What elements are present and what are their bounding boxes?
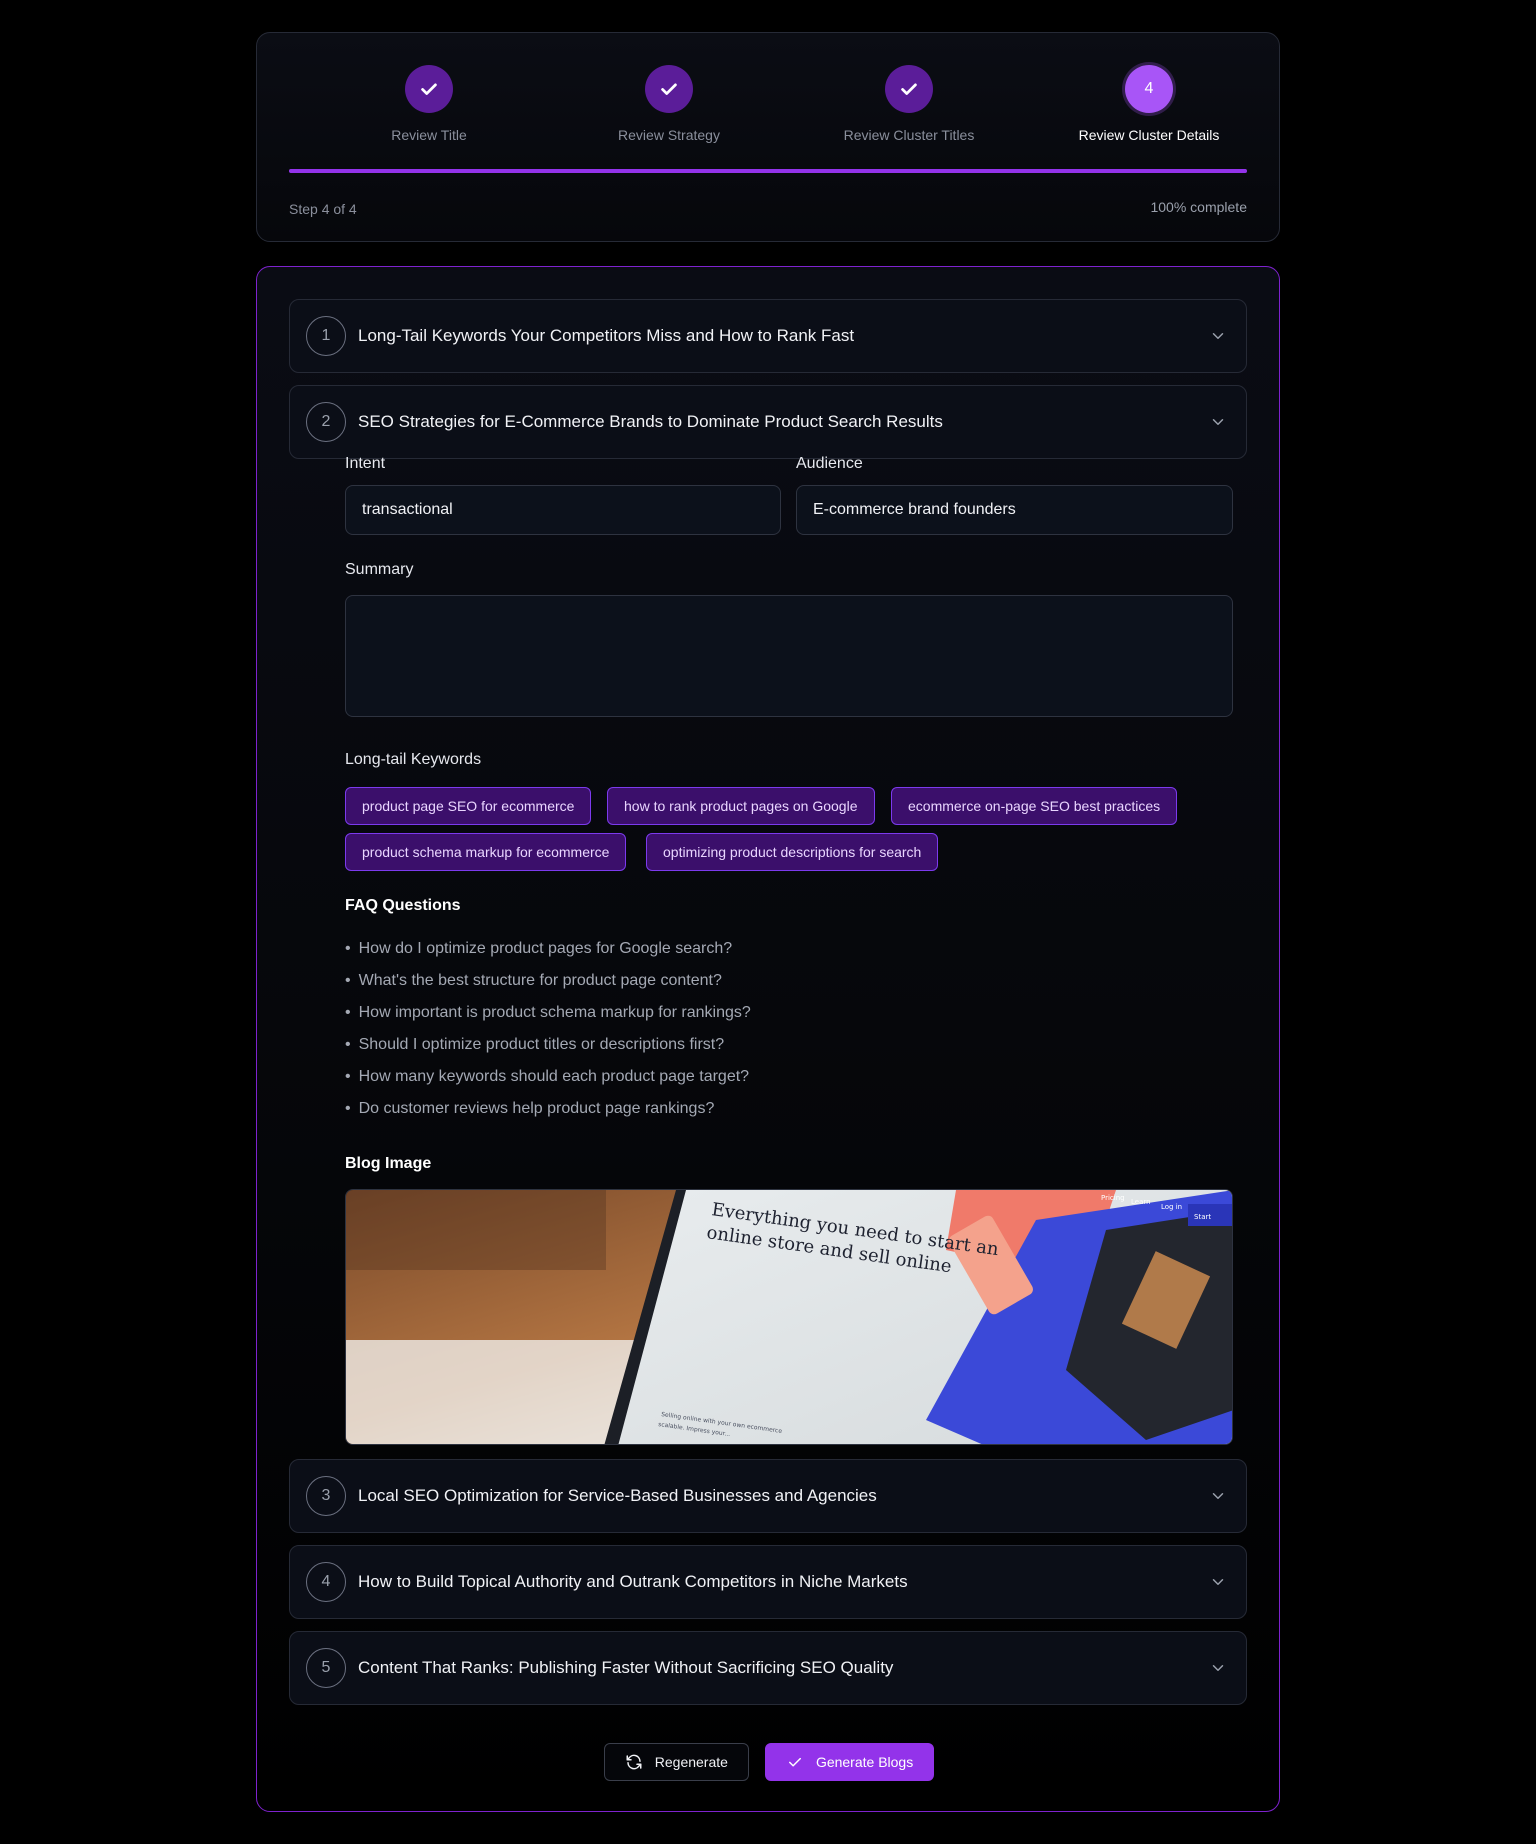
cluster-number: 4 bbox=[306, 1562, 346, 1602]
check-icon bbox=[405, 65, 453, 113]
faq-item: Should I optimize product titles or desc… bbox=[345, 1029, 751, 1061]
cluster-accordion-1[interactable]: 1 Long-Tail Keywords Your Competitors Mi… bbox=[289, 299, 1247, 373]
keyword-tag[interactable]: product schema markup for ecommerce bbox=[345, 833, 627, 871]
step-label: Review Title bbox=[391, 127, 467, 143]
cluster-number: 3 bbox=[306, 1476, 346, 1516]
keywords-label: Long-tail Keywords bbox=[345, 751, 482, 768]
cluster-accordion-4[interactable]: 4 How to Build Topical Authority and Out… bbox=[289, 1545, 1247, 1619]
step-review-cluster-titles[interactable]: Review Cluster Titles bbox=[789, 65, 1029, 143]
cluster-number: 1 bbox=[306, 316, 346, 356]
image-nav-start: Start bbox=[1194, 1213, 1211, 1221]
step-review-strategy[interactable]: Review Strategy bbox=[549, 65, 789, 143]
audience-field[interactable]: E-commerce brand founders bbox=[796, 485, 1233, 535]
regenerate-label: Regenerate bbox=[654, 1754, 728, 1770]
chevron-down-icon[interactable] bbox=[1190, 1487, 1246, 1505]
keyword-tag[interactable]: how to rank product pages on Google bbox=[607, 787, 875, 825]
cluster-title: Local SEO Optimization for Service-Based… bbox=[358, 1486, 877, 1505]
image-nav-login: Log in bbox=[1161, 1203, 1182, 1211]
action-bar: Regenerate Generate Blogs bbox=[257, 1743, 1281, 1781]
check-icon bbox=[788, 1757, 801, 1767]
faq-item: Do customer reviews help product page ra… bbox=[345, 1093, 751, 1125]
faq-label: FAQ Questions bbox=[345, 897, 461, 914]
progress-bar bbox=[289, 169, 1247, 173]
summary-label: Summary bbox=[345, 561, 414, 578]
progress-fill bbox=[289, 169, 1247, 173]
cluster-number: 5 bbox=[306, 1648, 346, 1688]
check-icon bbox=[645, 65, 693, 113]
cluster-accordion-3[interactable]: 3 Local SEO Optimization for Service-Bas… bbox=[289, 1459, 1247, 1533]
blog-image-label: Blog Image bbox=[345, 1155, 432, 1172]
faq-item: What's the best structure for product pa… bbox=[345, 965, 751, 997]
faq-item: How many keywords should each product pa… bbox=[345, 1061, 751, 1093]
cluster-title: SEO Strategies for E-Commerce Brands to … bbox=[358, 412, 943, 431]
cluster-title: Content That Ranks: Publishing Faster Wi… bbox=[358, 1658, 894, 1677]
step-label: Review Strategy bbox=[618, 127, 720, 143]
step-label: Review Cluster Details bbox=[1078, 127, 1220, 143]
step-number-badge: 4 bbox=[1125, 65, 1173, 113]
chevron-down-icon[interactable] bbox=[1190, 1659, 1246, 1677]
chevron-down-icon[interactable] bbox=[1190, 327, 1246, 345]
refresh-icon bbox=[626, 1754, 642, 1770]
faq-item: How important is product schema markup f… bbox=[345, 997, 751, 1029]
step-review-title[interactable]: Review Title bbox=[309, 65, 549, 143]
audience-label: Audience bbox=[796, 455, 863, 472]
regenerate-button[interactable]: Regenerate bbox=[603, 1743, 749, 1781]
cluster-number: 2 bbox=[306, 402, 346, 442]
cluster-details-card: 1 Long-Tail Keywords Your Competitors Mi… bbox=[256, 266, 1280, 1812]
faq-list: How do I optimize product pages for Goog… bbox=[345, 933, 751, 1125]
generate-blogs-button[interactable]: Generate Blogs bbox=[764, 1743, 935, 1781]
step-review-cluster-details[interactable]: 4 Review Cluster Details bbox=[1029, 65, 1269, 143]
cluster-accordion-2[interactable]: 2 SEO Strategies for E-Commerce Brands t… bbox=[289, 385, 1247, 459]
progress-percent: 100% complete bbox=[1150, 199, 1247, 215]
intent-field[interactable]: transactional bbox=[345, 485, 781, 535]
keyword-tag[interactable]: optimizing product descriptions for sear… bbox=[646, 833, 939, 871]
step-label: Review Cluster Titles bbox=[843, 127, 975, 143]
cluster-accordion-5[interactable]: 5 Content That Ranks: Publishing Faster … bbox=[289, 1631, 1247, 1705]
check-icon bbox=[885, 65, 933, 113]
stepper-card: Review Title Review Strategy Review Clus… bbox=[256, 32, 1280, 242]
chevron-down-icon[interactable] bbox=[1190, 1573, 1246, 1591]
faq-item: How do I optimize product pages for Goog… bbox=[345, 933, 751, 965]
keyword-tag[interactable]: ecommerce on-page SEO best practices bbox=[891, 787, 1178, 825]
summary-textarea[interactable] bbox=[345, 595, 1233, 717]
cluster-title: Long-Tail Keywords Your Competitors Miss… bbox=[358, 326, 855, 345]
step-list: Review Title Review Strategy Review Clus… bbox=[309, 65, 1269, 145]
generate-blogs-label: Generate Blogs bbox=[815, 1754, 914, 1770]
cluster-title: How to Build Topical Authority and Outra… bbox=[358, 1572, 908, 1591]
chevron-down-icon[interactable] bbox=[1190, 413, 1246, 431]
image-nav-learn: Learn bbox=[1131, 1198, 1151, 1206]
blog-image[interactable]: Everything you need to start an online s… bbox=[345, 1189, 1233, 1445]
image-nav-pricing: Pricing bbox=[1101, 1194, 1125, 1202]
intent-label: Intent bbox=[345, 455, 386, 472]
step-count: Step 4 of 4 bbox=[289, 201, 357, 217]
keyword-tag[interactable]: product page SEO for ecommerce bbox=[345, 787, 592, 825]
